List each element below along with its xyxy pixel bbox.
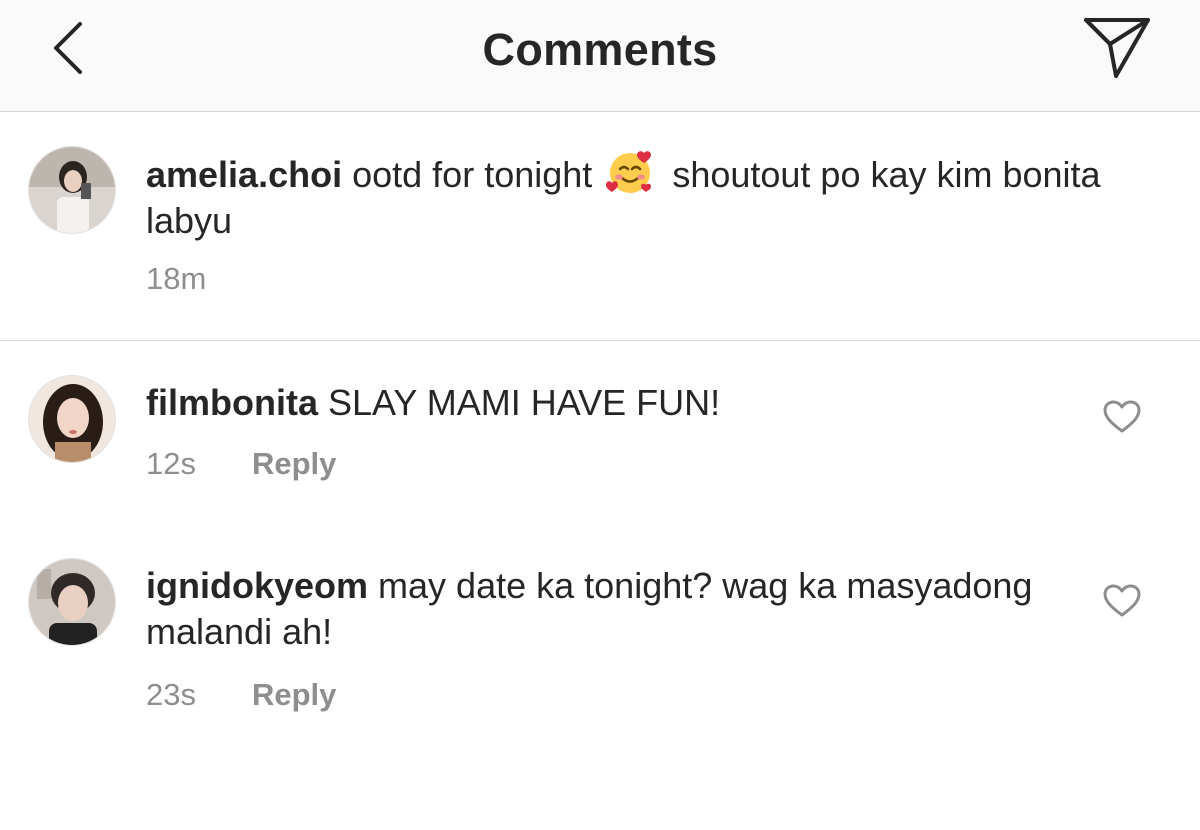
caption-meta: 18m [146,261,206,297]
caption-text-part-1: ootd for tonight [352,154,593,195]
avatar[interactable] [28,558,116,646]
comment-meta: 12s Reply [146,446,336,482]
avatar[interactable] [28,375,116,463]
paper-plane-icon [1082,14,1152,85]
page-title: Comments [482,24,718,75]
avatar[interactable] [28,146,116,234]
reply-button[interactable]: Reply [252,677,336,713]
comment-meta: 23s Reply [146,677,336,713]
reply-button[interactable]: Reply [252,446,336,482]
like-button[interactable] [1100,399,1144,439]
timestamp: 12s [146,446,196,481]
share-button[interactable] [1080,14,1154,84]
like-button[interactable] [1100,583,1144,623]
comment-username[interactable]: ignidokyeom [146,565,368,606]
comment-text: ignidokyeom may date ka tonight? wag ka … [146,563,1076,655]
comment-text: filmbonita SLAY MAMI HAVE FUN! [146,380,1076,426]
caption-text: amelia.choi ootd for tonight shoutout po… [146,149,1156,244]
smiling-face-with-hearts-icon [606,149,654,195]
post-caption: amelia.choi ootd for tonight shoutout po… [0,113,1200,341]
heart-outline-icon [1103,400,1141,439]
header-bar: Comments [0,0,1200,112]
heart-outline-icon [1103,584,1141,623]
timestamp: 18m [146,261,207,296]
comment-username[interactable]: filmbonita [146,382,318,423]
comment-body: SLAY MAMI HAVE FUN! [328,382,721,423]
caption-username[interactable]: amelia.choi [146,154,342,195]
timestamp: 23s [146,677,196,712]
